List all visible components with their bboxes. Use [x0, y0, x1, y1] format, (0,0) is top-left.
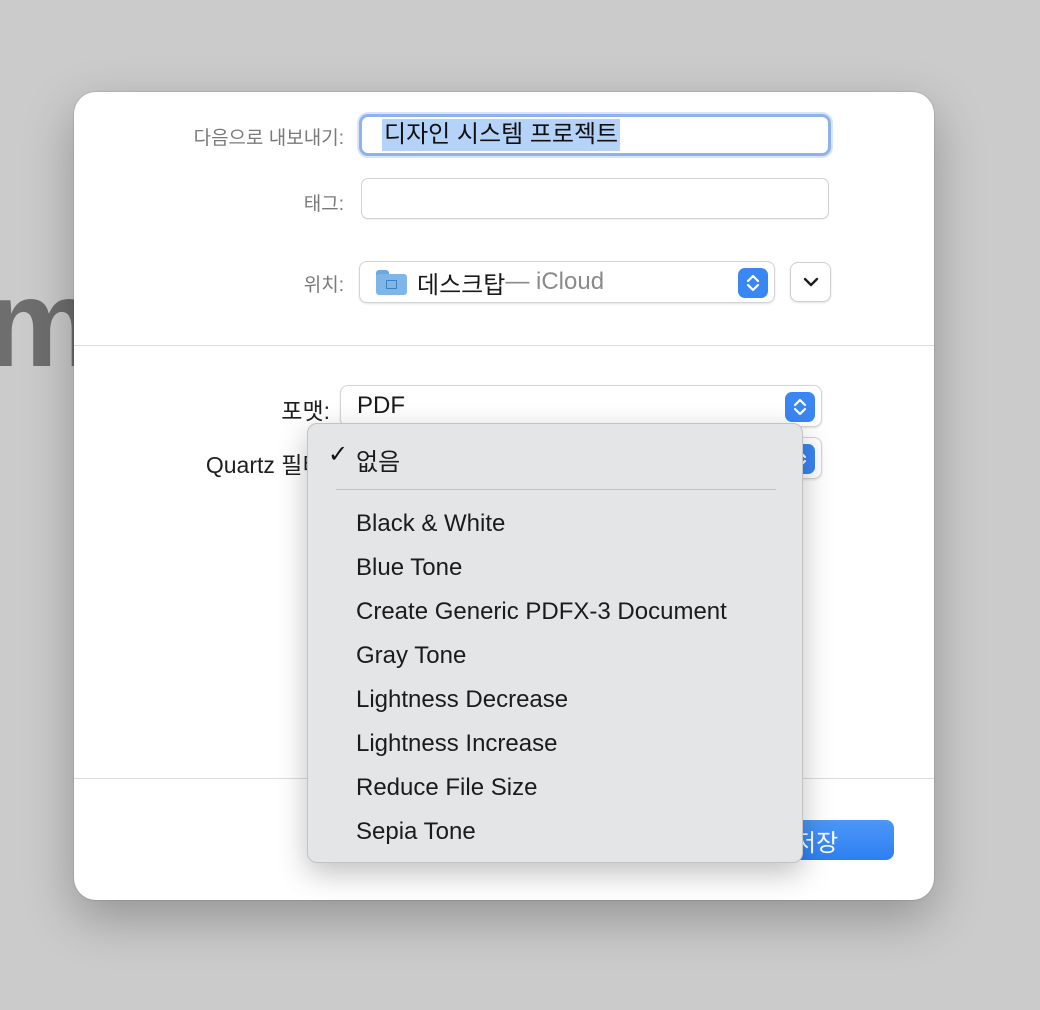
updown-chevron-icon — [738, 268, 768, 298]
menu-item-pdfx3[interactable]: Create Generic PDFX-3 Document — [356, 598, 727, 626]
format-label: 포맷: — [281, 398, 330, 424]
where-label: 위치: — [303, 275, 344, 296]
export-as-label: 다음으로 내보내기: — [193, 128, 344, 149]
menu-item-reduce-file-size[interactable]: Reduce File Size — [356, 774, 537, 802]
location-popup[interactable]: 데스크탑 — iCloud — [359, 261, 775, 303]
menu-item-none[interactable]: 없음 — [356, 442, 400, 477]
quartz-filter-menu: ✓ 없음 Black & White Blue Tone Create Gene… — [307, 423, 803, 863]
export-as-field[interactable]: 디자인 시스템 프로젝트 — [359, 114, 831, 156]
location-value: 데스크탑 — [417, 271, 506, 299]
menu-item-blue-tone[interactable]: Blue Tone — [356, 554, 462, 582]
updown-chevron-icon — [785, 392, 815, 422]
menu-item-black-white[interactable]: Black & White — [356, 510, 505, 538]
menu-separator — [336, 489, 776, 490]
tags-label: 태그: — [303, 194, 344, 215]
checkmark-icon: ✓ — [328, 441, 349, 468]
menu-item-lightness-decrease[interactable]: Lightness Decrease — [356, 686, 568, 714]
tags-field[interactable] — [361, 178, 829, 219]
format-popup[interactable]: PDF — [340, 385, 822, 427]
expand-button[interactable] — [790, 262, 831, 302]
format-value: PDF — [357, 392, 405, 419]
chevron-down-icon — [803, 277, 818, 287]
folder-icon — [376, 269, 407, 295]
quartz-filter-label: Quartz 필터: — [205, 452, 330, 478]
export-as-value[interactable]: 디자인 시스템 프로젝트 — [382, 119, 621, 151]
menu-item-lightness-increase[interactable]: Lightness Increase — [356, 730, 557, 758]
menu-item-gray-tone[interactable]: Gray Tone — [356, 642, 466, 670]
menu-item-sepia-tone[interactable]: Sepia Tone — [356, 818, 476, 846]
location-sub: — iCloud — [505, 268, 605, 295]
divider — [74, 345, 934, 346]
